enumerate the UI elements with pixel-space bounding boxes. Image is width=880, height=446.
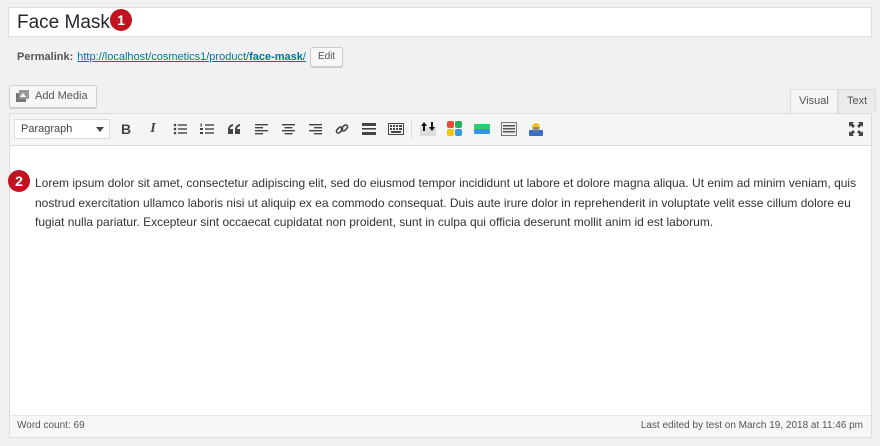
numbered-list-icon[interactable] xyxy=(197,120,217,138)
bullet-list-icon[interactable] xyxy=(170,120,190,138)
plugin-icon-4[interactable] xyxy=(499,120,519,138)
post-title-input[interactable]: Face Mask xyxy=(17,11,110,35)
editor-toolbar: Paragraph B I xyxy=(10,114,871,146)
editor-content[interactable]: Lorem ipsum dolor sit amet, consectetur … xyxy=(35,174,861,233)
word-count: Word count: 69 xyxy=(17,420,85,431)
permalink-trail: / xyxy=(302,51,306,63)
edit-permalink-button[interactable]: Edit xyxy=(309,47,344,67)
tab-visual[interactable]: Visual xyxy=(790,89,838,113)
add-media-button[interactable]: Add Media xyxy=(9,85,97,108)
bold-icon[interactable]: B xyxy=(116,120,136,138)
align-right-icon[interactable] xyxy=(305,120,325,138)
toolbar-toggle-icon[interactable] xyxy=(386,120,406,138)
format-select[interactable]: Paragraph xyxy=(14,119,110,139)
permalink-slug: face-mask xyxy=(249,51,303,63)
permalink-label: Permalink: xyxy=(17,51,74,63)
plugin-icon-1[interactable] xyxy=(418,120,438,138)
link-icon[interactable] xyxy=(332,120,352,138)
fullscreen-icon[interactable] xyxy=(846,120,866,138)
post-title-field[interactable]: Face Mask xyxy=(8,7,872,37)
plugin-icon-5[interactable] xyxy=(526,120,546,138)
format-select-value: Paragraph xyxy=(21,123,73,135)
permalink-base: http://localhost/cosmetics1/product/ xyxy=(77,51,250,63)
step-badge-1: 1 xyxy=(110,9,132,31)
plugin-icon-3[interactable] xyxy=(472,120,492,138)
tab-text[interactable]: Text xyxy=(838,89,877,113)
permalink-link[interactable]: http://localhost/cosmetics1/product/face… xyxy=(77,48,306,66)
plugin-icon-2[interactable] xyxy=(445,120,465,138)
editor-area: Paragraph B I Lorem ipsum dolor sit amet… xyxy=(9,113,872,438)
chevron-down-icon xyxy=(96,127,104,132)
step-badge-2: 2 xyxy=(8,170,30,192)
media-icon xyxy=(16,90,29,102)
read-more-icon[interactable] xyxy=(359,120,379,138)
editor-statusbar: Word count: 69 Last edited by test on Ma… xyxy=(10,415,871,437)
last-edited: Last edited by test on March 19, 2018 at… xyxy=(640,420,863,431)
italic-icon[interactable]: I xyxy=(143,120,163,138)
add-media-label: Add Media xyxy=(35,90,88,102)
align-center-icon[interactable] xyxy=(278,120,298,138)
align-left-icon[interactable] xyxy=(251,120,271,138)
toolbar-divider xyxy=(411,120,412,138)
permalink-row: Permalink: http://localhost/cosmetics1/p… xyxy=(17,47,344,67)
blockquote-icon[interactable] xyxy=(224,120,244,138)
